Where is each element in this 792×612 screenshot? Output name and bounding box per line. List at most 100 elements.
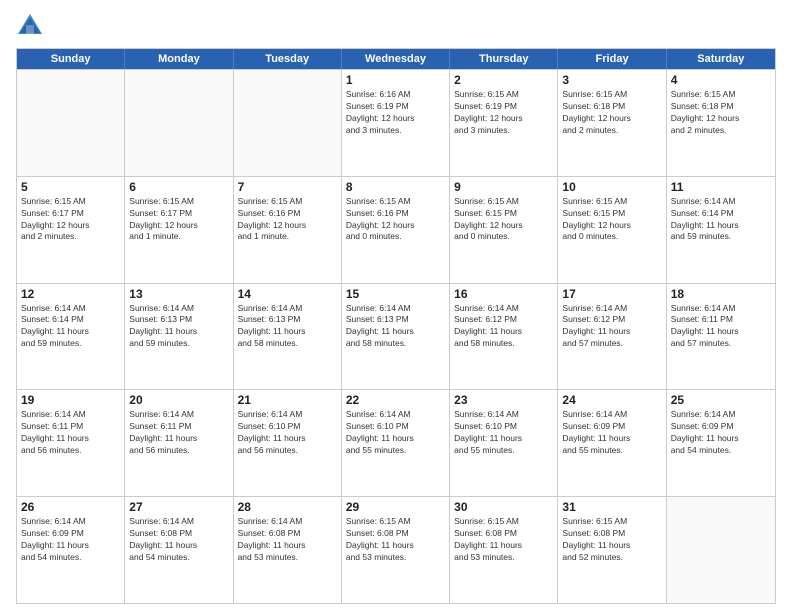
calendar-row-2: 12 Sunrise: 6:14 AM Sunset: 6:14 PM Dayli…: [17, 283, 775, 390]
day-info: Sunrise: 6:16 AM Sunset: 6:19 PM Dayligh…: [346, 89, 445, 137]
day-number: 29: [346, 500, 445, 514]
page: SundayMondayTuesdayWednesdayThursdayFrid…: [0, 0, 792, 612]
calendar-row-0: 1 Sunrise: 6:16 AM Sunset: 6:19 PM Daylig…: [17, 69, 775, 176]
calendar-header: SundayMondayTuesdayWednesdayThursdayFrid…: [17, 49, 775, 69]
calendar-row-1: 5 Sunrise: 6:15 AM Sunset: 6:17 PM Daylig…: [17, 176, 775, 283]
day-info: Sunrise: 6:14 AM Sunset: 6:11 PM Dayligh…: [129, 409, 228, 457]
header-day-wednesday: Wednesday: [342, 49, 450, 69]
day-info: Sunrise: 6:14 AM Sunset: 6:13 PM Dayligh…: [129, 303, 228, 351]
calendar-cell: 7Sunrise: 6:15 AM Sunset: 6:16 PM Daylig…: [234, 177, 342, 283]
day-number: 6: [129, 180, 228, 194]
calendar-cell: 10 Sunrise: 6:15 AM Sunset: 6:15 PM Dayli…: [558, 177, 666, 283]
calendar-cell: 29 Sunrise: 6:15 AM Sunset: 6:08 PM Dayli…: [342, 497, 450, 603]
day-info: Sunrise: 6:15 AM Sunset: 6:18 PM Dayligh…: [562, 89, 661, 137]
day-number: 13: [129, 287, 228, 301]
calendar-cell: 20 Sunrise: 6:14 AM Sunset: 6:11 PM Dayli…: [125, 390, 233, 496]
calendar-cell: 24Sunrise: 6:14 AM Sunset: 6:09 PM Dayli…: [558, 390, 666, 496]
day-number: 27: [129, 500, 228, 514]
calendar-cell: 14 Sunrise: 6:14 AM Sunset: 6:13 PM Dayli…: [234, 284, 342, 390]
day-info: Sunrise: 6:14 AM Sunset: 6:10 PM Dayligh…: [346, 409, 445, 457]
day-info: Sunrise: 6:15 AM Sunset: 6:17 PM Dayligh…: [21, 196, 120, 244]
day-info: Sunrise: 6:15 AM Sunset: 6:08 PM Dayligh…: [346, 516, 445, 564]
day-info: Sunrise: 6:14 AM Sunset: 6:10 PM Dayligh…: [238, 409, 337, 457]
day-info: Sunrise: 6:15 AM Sunset: 6:18 PM Dayligh…: [671, 89, 771, 137]
day-info: Sunrise: 6:14 AM Sunset: 6:12 PM Dayligh…: [454, 303, 553, 351]
day-info: Sunrise: 6:14 AM Sunset: 6:11 PM Dayligh…: [671, 303, 771, 351]
calendar-cell: [17, 70, 125, 176]
calendar-cell: 28 Sunrise: 6:14 AM Sunset: 6:08 PM Dayli…: [234, 497, 342, 603]
header-day-monday: Monday: [125, 49, 233, 69]
calendar-cell: 6 Sunrise: 6:15 AM Sunset: 6:17 PM Daylig…: [125, 177, 233, 283]
day-number: 17: [562, 287, 661, 301]
calendar-cell: 8Sunrise: 6:15 AM Sunset: 6:16 PM Daylig…: [342, 177, 450, 283]
day-info: Sunrise: 6:15 AM Sunset: 6:15 PM Dayligh…: [562, 196, 661, 244]
day-info: Sunrise: 6:14 AM Sunset: 6:08 PM Dayligh…: [238, 516, 337, 564]
day-number: 9: [454, 180, 553, 194]
calendar-cell: 3 Sunrise: 6:15 AM Sunset: 6:18 PM Daylig…: [558, 70, 666, 176]
day-number: 10: [562, 180, 661, 194]
calendar-cell: [234, 70, 342, 176]
calendar-cell: 17 Sunrise: 6:14 AM Sunset: 6:12 PM Dayli…: [558, 284, 666, 390]
day-info: Sunrise: 6:15 AM Sunset: 6:17 PM Dayligh…: [129, 196, 228, 244]
header: [16, 12, 776, 40]
calendar-cell: 23Sunrise: 6:14 AM Sunset: 6:10 PM Dayli…: [450, 390, 558, 496]
day-number: 4: [671, 73, 771, 87]
day-info: Sunrise: 6:14 AM Sunset: 6:13 PM Dayligh…: [346, 303, 445, 351]
calendar-cell: 18 Sunrise: 6:14 AM Sunset: 6:11 PM Dayli…: [667, 284, 775, 390]
header-day-sunday: Sunday: [17, 49, 125, 69]
day-number: 12: [21, 287, 120, 301]
calendar: SundayMondayTuesdayWednesdayThursdayFrid…: [16, 48, 776, 604]
day-number: 18: [671, 287, 771, 301]
day-number: 8: [346, 180, 445, 194]
calendar-cell: 2Sunrise: 6:15 AM Sunset: 6:19 PM Daylig…: [450, 70, 558, 176]
day-info: Sunrise: 6:14 AM Sunset: 6:11 PM Dayligh…: [21, 409, 120, 457]
day-number: 22: [346, 393, 445, 407]
calendar-cell: 27Sunrise: 6:14 AM Sunset: 6:08 PM Dayli…: [125, 497, 233, 603]
calendar-cell: 13 Sunrise: 6:14 AM Sunset: 6:13 PM Dayli…: [125, 284, 233, 390]
day-number: 14: [238, 287, 337, 301]
day-number: 28: [238, 500, 337, 514]
day-number: 25: [671, 393, 771, 407]
day-number: 21: [238, 393, 337, 407]
header-day-tuesday: Tuesday: [234, 49, 342, 69]
day-number: 30: [454, 500, 553, 514]
calendar-row-3: 19 Sunrise: 6:14 AM Sunset: 6:11 PM Dayli…: [17, 389, 775, 496]
day-number: 3: [562, 73, 661, 87]
day-number: 2: [454, 73, 553, 87]
calendar-cell: [667, 497, 775, 603]
day-number: 1: [346, 73, 445, 87]
day-number: 5: [21, 180, 120, 194]
calendar-cell: 22 Sunrise: 6:14 AM Sunset: 6:10 PM Dayli…: [342, 390, 450, 496]
day-info: Sunrise: 6:14 AM Sunset: 6:13 PM Dayligh…: [238, 303, 337, 351]
day-number: 20: [129, 393, 228, 407]
calendar-body: 1 Sunrise: 6:16 AM Sunset: 6:19 PM Daylig…: [17, 69, 775, 603]
day-number: 11: [671, 180, 771, 194]
calendar-cell: 11Sunrise: 6:14 AM Sunset: 6:14 PM Dayli…: [667, 177, 775, 283]
calendar-cell: 19 Sunrise: 6:14 AM Sunset: 6:11 PM Dayli…: [17, 390, 125, 496]
day-number: 24: [562, 393, 661, 407]
day-number: 7: [238, 180, 337, 194]
day-info: Sunrise: 6:14 AM Sunset: 6:09 PM Dayligh…: [21, 516, 120, 564]
day-number: 19: [21, 393, 120, 407]
day-number: 23: [454, 393, 553, 407]
header-day-thursday: Thursday: [450, 49, 558, 69]
header-day-saturday: Saturday: [667, 49, 775, 69]
day-number: 31: [562, 500, 661, 514]
calendar-cell: 30 Sunrise: 6:15 AM Sunset: 6:08 PM Dayli…: [450, 497, 558, 603]
calendar-cell: 5 Sunrise: 6:15 AM Sunset: 6:17 PM Daylig…: [17, 177, 125, 283]
calendar-cell: 4 Sunrise: 6:15 AM Sunset: 6:18 PM Daylig…: [667, 70, 775, 176]
calendar-cell: 16 Sunrise: 6:14 AM Sunset: 6:12 PM Dayli…: [450, 284, 558, 390]
day-number: 16: [454, 287, 553, 301]
day-info: Sunrise: 6:14 AM Sunset: 6:14 PM Dayligh…: [21, 303, 120, 351]
calendar-cell: 25 Sunrise: 6:14 AM Sunset: 6:09 PM Dayli…: [667, 390, 775, 496]
day-number: 26: [21, 500, 120, 514]
calendar-row-4: 26 Sunrise: 6:14 AM Sunset: 6:09 PM Dayli…: [17, 496, 775, 603]
day-info: Sunrise: 6:14 AM Sunset: 6:09 PM Dayligh…: [671, 409, 771, 457]
logo-icon: [16, 12, 44, 40]
calendar-cell: 31Sunrise: 6:15 AM Sunset: 6:08 PM Dayli…: [558, 497, 666, 603]
calendar-cell: 26 Sunrise: 6:14 AM Sunset: 6:09 PM Dayli…: [17, 497, 125, 603]
calendar-cell: 1 Sunrise: 6:16 AM Sunset: 6:19 PM Daylig…: [342, 70, 450, 176]
day-info: Sunrise: 6:15 AM Sunset: 6:08 PM Dayligh…: [454, 516, 553, 564]
calendar-cell: 9Sunrise: 6:15 AM Sunset: 6:15 PM Daylig…: [450, 177, 558, 283]
day-info: Sunrise: 6:14 AM Sunset: 6:12 PM Dayligh…: [562, 303, 661, 351]
